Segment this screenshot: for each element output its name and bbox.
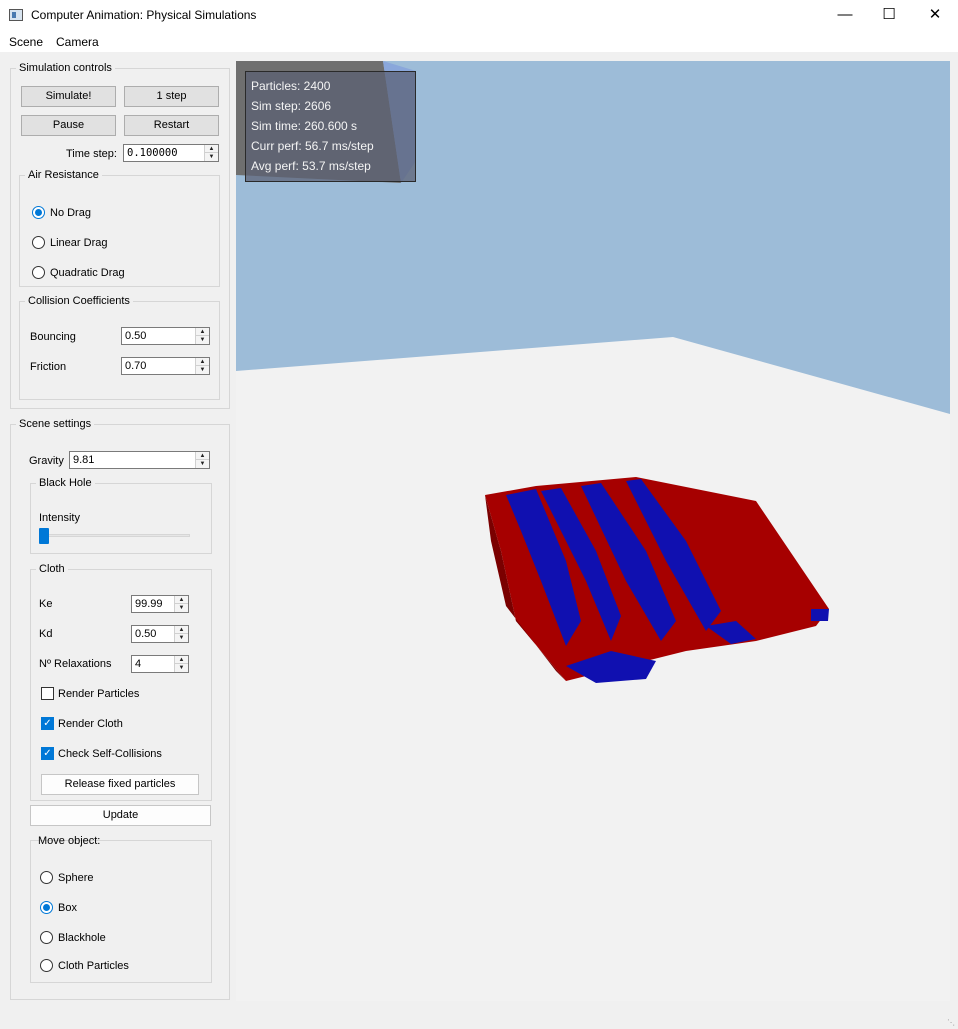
intensity-label: Intensity bbox=[39, 512, 80, 524]
spin-up-icon[interactable]: ▲ bbox=[175, 626, 188, 634]
radio-no-drag-label: No Drag bbox=[50, 207, 91, 219]
radio-quadratic-drag[interactable] bbox=[32, 266, 45, 279]
simulation-controls-title: Simulation controls bbox=[16, 62, 115, 74]
ke-value: 99.99 bbox=[135, 598, 163, 610]
ke-spinbox[interactable]: 99.99 ▲ ▼ bbox=[131, 595, 189, 613]
render-cloth-checkbox[interactable]: ✓ bbox=[41, 717, 54, 730]
friction-label: Friction bbox=[30, 361, 67, 373]
move-object-title: Move object: bbox=[38, 835, 101, 847]
radio-box-label: Box bbox=[58, 902, 77, 914]
spin-down-icon[interactable]: ▼ bbox=[175, 604, 188, 612]
self-collisions-checkbox[interactable]: ✓ bbox=[41, 747, 54, 760]
kd-spinbox[interactable]: 0.50 ▲ ▼ bbox=[131, 625, 189, 643]
intensity-slider-handle[interactable] bbox=[39, 528, 49, 544]
menu-camera[interactable]: Camera bbox=[56, 35, 99, 49]
friction-value: 0.70 bbox=[125, 360, 147, 372]
render-particles-label: Render Particles bbox=[58, 688, 140, 700]
title-bar: Computer Animation: Physical Simulations… bbox=[0, 0, 958, 32]
scene-settings-group: Scene settings Gravity 9.81 ▲ ▼ Black Hol… bbox=[10, 418, 230, 1000]
spin-down-icon[interactable]: ▼ bbox=[196, 336, 209, 344]
stats-particles: Particles: 2400 bbox=[251, 79, 331, 93]
spin-up-icon[interactable]: ▲ bbox=[175, 596, 188, 604]
relaxations-label: Nº Relaxations bbox=[39, 658, 112, 670]
scene-render bbox=[236, 61, 950, 1001]
bouncing-spinbox[interactable]: 0.50 ▲ ▼ bbox=[121, 327, 210, 345]
radio-sphere[interactable] bbox=[40, 871, 53, 884]
spin-up-icon[interactable]: ▲ bbox=[196, 328, 209, 336]
stats-curr-perf: Curr perf: 56.7 ms/step bbox=[251, 139, 374, 153]
app-icon bbox=[9, 9, 23, 21]
cloth-title: Cloth bbox=[36, 563, 68, 575]
stats-sim-time: Sim time: 260.600 s bbox=[251, 119, 358, 133]
self-collisions-label: Check Self-Collisions bbox=[58, 748, 162, 760]
stats-avg-perf: Avg perf: 53.7 ms/step bbox=[251, 159, 371, 173]
radio-linear-drag-label: Linear Drag bbox=[50, 237, 108, 249]
gravity-label: Gravity bbox=[29, 455, 64, 467]
stats-sim-step: Sim step: 2606 bbox=[251, 99, 332, 113]
scene-settings-title: Scene settings bbox=[16, 418, 95, 430]
menu-bar: Scene Camera bbox=[0, 32, 958, 52]
time-step-label: Time step: bbox=[66, 148, 117, 160]
cloth-fold bbox=[811, 609, 829, 621]
ke-label: Ke bbox=[39, 598, 53, 610]
spin-down-icon[interactable]: ▼ bbox=[196, 366, 209, 374]
kd-label: Kd bbox=[39, 628, 53, 640]
one-step-button[interactable]: 1 step bbox=[124, 86, 219, 107]
simulation-viewport[interactable]: Particles: 2400 Sim step: 2606 Sim time:… bbox=[236, 61, 950, 1001]
friction-spinbox[interactable]: 0.70 ▲ ▼ bbox=[121, 357, 210, 375]
radio-blackhole[interactable] bbox=[40, 931, 53, 944]
restart-button[interactable]: Restart bbox=[124, 115, 219, 136]
radio-box[interactable] bbox=[40, 901, 53, 914]
radio-sphere-label: Sphere bbox=[58, 872, 94, 884]
spin-down-icon[interactable]: ▼ bbox=[175, 634, 188, 642]
minimize-icon[interactable]: — bbox=[822, 0, 868, 32]
gravity-spinbox[interactable]: 9.81 ▲ ▼ bbox=[69, 451, 210, 469]
gravity-value: 9.81 bbox=[73, 454, 95, 466]
air-resistance-group: Air Resistance No Drag Linear Drag Quadr… bbox=[19, 169, 220, 287]
collision-coefficients-group: Collision Coefficients Bouncing 0.50 ▲ ▼ … bbox=[19, 295, 220, 400]
update-button[interactable]: Update bbox=[30, 805, 211, 826]
render-cloth-label: Render Cloth bbox=[58, 718, 123, 730]
intensity-slider-track[interactable] bbox=[39, 534, 190, 537]
close-icon[interactable]: ✕ bbox=[912, 0, 958, 32]
move-object-group: Move object: Sphere Box Blackhole Cloth … bbox=[30, 835, 212, 983]
bouncing-value: 0.50 bbox=[125, 330, 147, 342]
radio-linear-drag[interactable] bbox=[32, 236, 45, 249]
render-particles-checkbox[interactable] bbox=[41, 687, 54, 700]
relaxations-value: 4 bbox=[135, 658, 142, 670]
time-step-value: 0.100000 bbox=[127, 147, 178, 159]
spin-up-icon[interactable]: ▲ bbox=[205, 145, 218, 153]
pause-button[interactable]: Pause bbox=[21, 115, 116, 136]
menu-scene[interactable]: Scene bbox=[9, 35, 43, 49]
black-hole-group: Black Hole Intensity bbox=[30, 477, 212, 554]
maximize-icon[interactable]: ☐ bbox=[866, 0, 912, 32]
cloth-group: Cloth Ke 99.99 ▲ ▼ Kd 0.50 ▲ ▼ Nº Relaxati… bbox=[30, 563, 212, 801]
window-title: Computer Animation: Physical Simulations bbox=[31, 8, 257, 22]
spin-up-icon[interactable]: ▲ bbox=[175, 656, 188, 664]
time-step-spinbox[interactable]: 0.100000 ▲ ▼ bbox=[123, 144, 219, 162]
relaxations-spinbox[interactable]: 4 ▲ ▼ bbox=[131, 655, 189, 673]
resize-grip-icon[interactable]: ⋱ bbox=[947, 1018, 957, 1028]
radio-cloth-particles-label: Cloth Particles bbox=[58, 960, 129, 972]
collision-coefficients-title: Collision Coefficients bbox=[25, 295, 133, 307]
radio-no-drag[interactable] bbox=[32, 206, 45, 219]
spin-down-icon[interactable]: ▼ bbox=[175, 664, 188, 672]
release-fixed-particles-button[interactable]: Release fixed particles bbox=[41, 774, 199, 795]
stats-overlay: Particles: 2400 Sim step: 2606 Sim time:… bbox=[245, 71, 416, 182]
radio-cloth-particles[interactable] bbox=[40, 959, 53, 972]
spin-up-icon[interactable]: ▲ bbox=[196, 452, 209, 460]
air-resistance-title: Air Resistance bbox=[25, 169, 102, 181]
spin-down-icon[interactable]: ▼ bbox=[196, 460, 209, 468]
spin-up-icon[interactable]: ▲ bbox=[196, 358, 209, 366]
kd-value: 0.50 bbox=[135, 628, 157, 640]
black-hole-title: Black Hole bbox=[36, 477, 95, 489]
bouncing-label: Bouncing bbox=[30, 331, 76, 343]
radio-blackhole-label: Blackhole bbox=[58, 932, 106, 944]
simulation-controls-group: Simulation controls Simulate! 1 step Pau… bbox=[10, 62, 230, 409]
simulate-button[interactable]: Simulate! bbox=[21, 86, 116, 107]
radio-quadratic-drag-label: Quadratic Drag bbox=[50, 267, 125, 279]
spin-down-icon[interactable]: ▼ bbox=[205, 153, 218, 161]
